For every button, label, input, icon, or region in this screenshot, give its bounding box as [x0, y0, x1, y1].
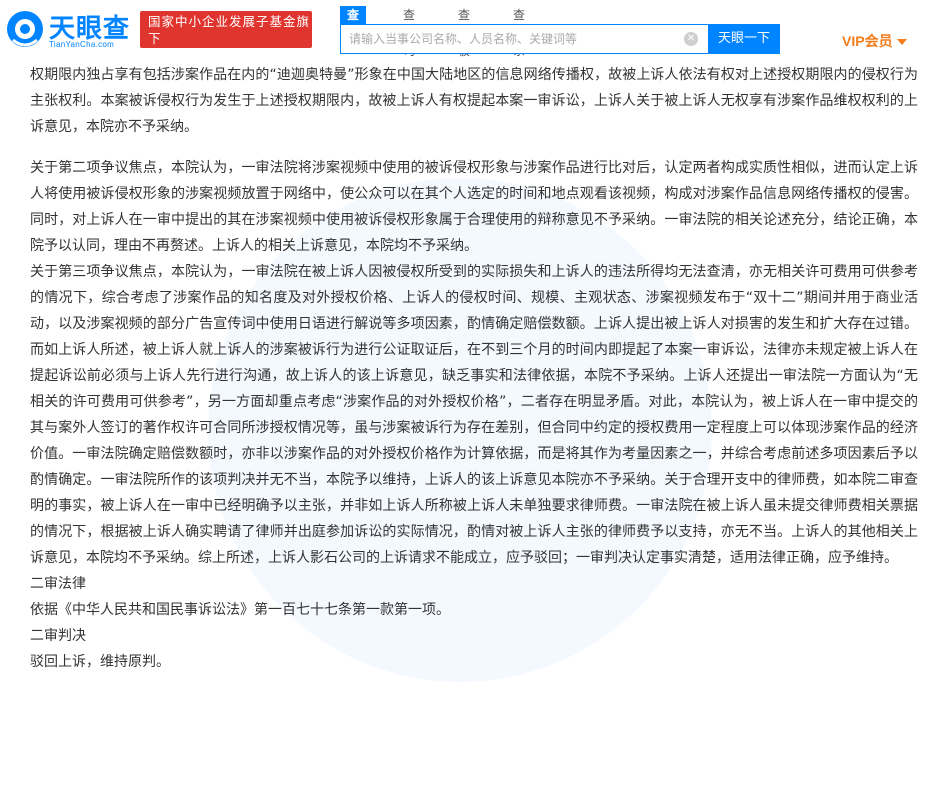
- search-button[interactable]: 天眼一下: [708, 24, 780, 54]
- search-input[interactable]: [341, 25, 708, 53]
- top-header: 天眼查 TianYanCha.com 国家中小企业发展子基金旗下 官方备案企业征…: [0, 0, 936, 63]
- law-basis-text: 依据《中华人民共和国民事诉讼法》第一百七十七条第一款第一项。: [30, 602, 450, 618]
- tianyancha-logo[interactable]: 天眼查 TianYanCha.com: [6, 6, 136, 52]
- logo-domain: TianYanCha.com: [49, 40, 115, 49]
- heading-second-instance-law: 二审法律: [30, 576, 86, 592]
- vip-label: VIP会员: [842, 33, 893, 49]
- tab-boss[interactable]: 查老板: [451, 6, 477, 58]
- heading-second-instance-verdict: 二审判决: [30, 628, 86, 644]
- badge-line-1: 国家中小企业发展子基金旗下: [148, 14, 311, 46]
- clear-icon[interactable]: ✕: [684, 32, 698, 46]
- paragraph-second-issue: 关于第二项争议焦点，本院认为，一审法院将涉案视频中使用的被诉侵权形象与涉案作品进…: [30, 160, 918, 254]
- chevron-down-icon: [896, 39, 907, 46]
- paragraph-authorization: 权期限内独占享有包括涉案作品在内的“迪迦奥特曼”形象在中国大陆地区的信息网络传播…: [30, 67, 918, 135]
- search-box: ✕: [340, 24, 708, 54]
- logo-icon: [7, 11, 43, 47]
- certification-badge: 国家中小企业发展子基金旗下 官方备案企业征信机构: [140, 11, 312, 63]
- vip-member-menu[interactable]: VIP会员: [842, 31, 907, 51]
- judgment-document: 权期限内独占享有包括涉案作品在内的“迪迦奥特曼”形象在中国大陆地区的信息网络传播…: [30, 62, 918, 675]
- paragraph-third-issue: 关于第三项争议焦点，本院认为，一审法院在被上诉人因被侵权所受到的实际损失和上诉人…: [30, 264, 918, 566]
- tab-relation[interactable]: 查关系: [506, 6, 532, 58]
- tab-company[interactable]: 查公司: [396, 6, 422, 58]
- verdict-text: 驳回上诉，维持原判。: [30, 654, 170, 670]
- tab-lawsuit[interactable]: 查诉讼: [340, 6, 367, 58]
